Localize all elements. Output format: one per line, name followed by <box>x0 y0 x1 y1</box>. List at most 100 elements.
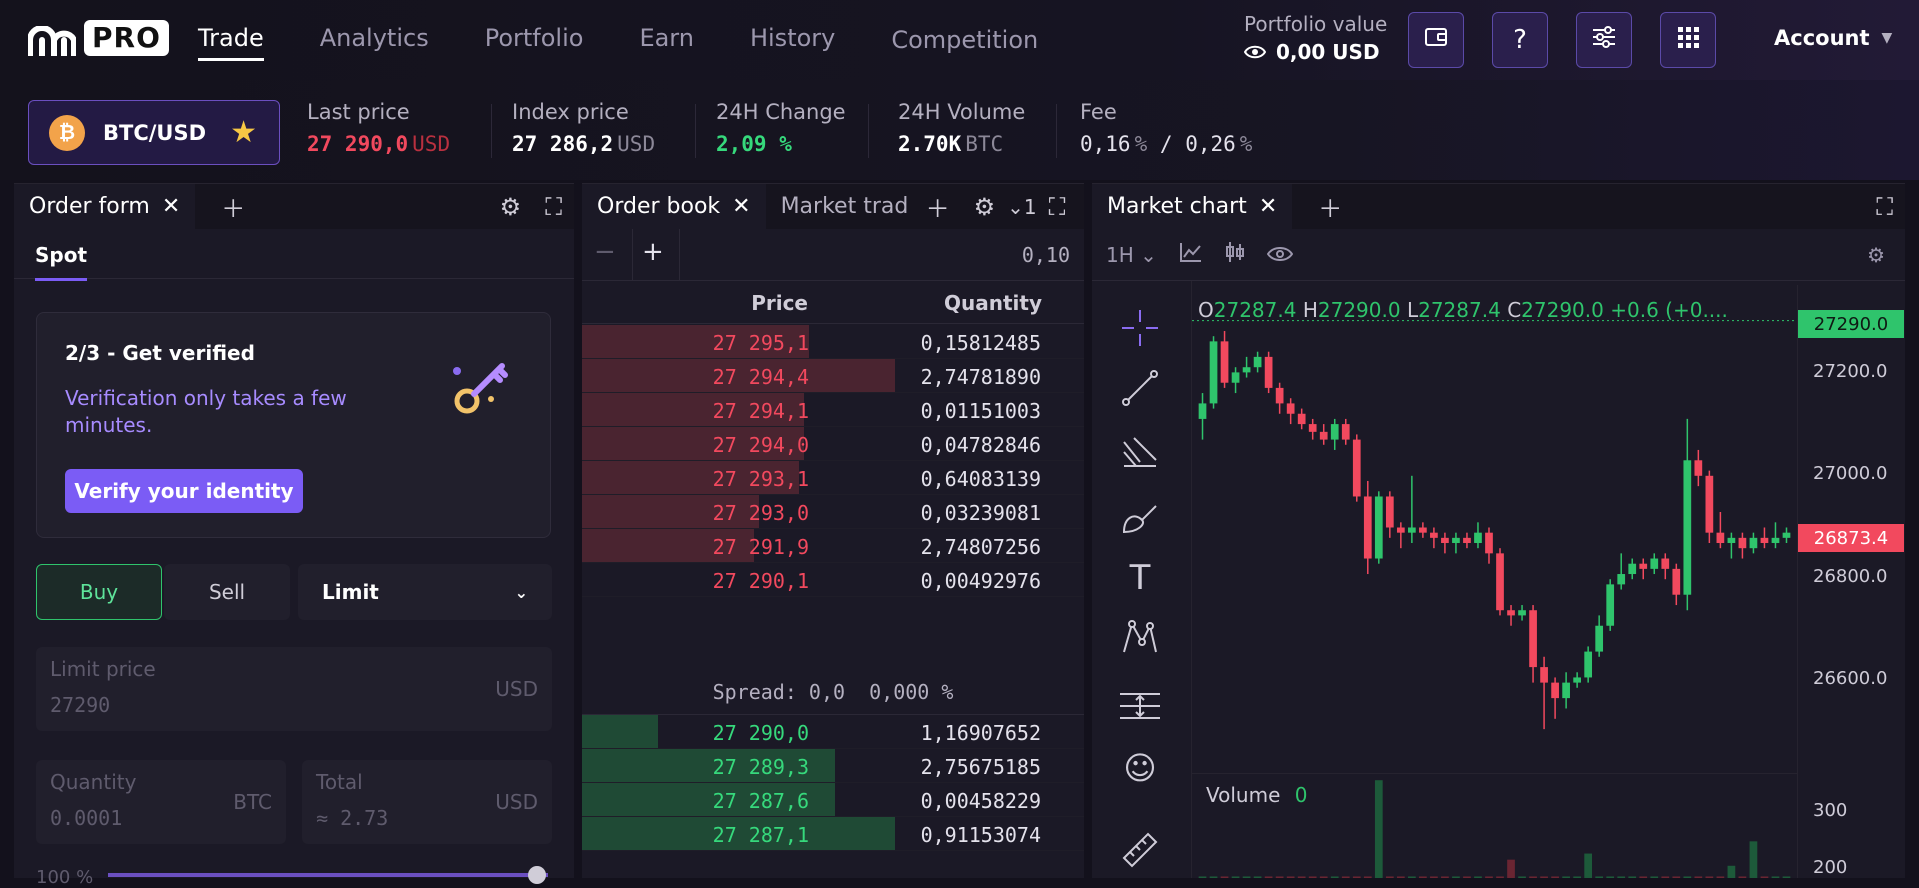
logo[interactable]: PRO <box>28 20 169 56</box>
quantity-field[interactable]: Quantity 0.0001 BTC <box>36 760 286 844</box>
tab-order-form[interactable]: Order form ✕ <box>14 184 196 229</box>
order-book-row[interactable]: 27 287,1 0,91153074 <box>582 817 1084 851</box>
tab-spot[interactable]: Spot <box>35 243 88 281</box>
candle-body <box>1275 387 1284 404</box>
index-price-value: 27 286,2 <box>512 132 614 156</box>
total-value[interactable]: ≈ 2.73 <box>316 806 388 830</box>
tab-market-chart[interactable]: Market chart ✕ <box>1092 184 1293 229</box>
nav-portfolio[interactable]: Portfolio <box>485 0 584 80</box>
account-menu[interactable]: Account ▼ <box>1774 26 1892 50</box>
crosshair-icon[interactable] <box>1118 306 1162 350</box>
pair-selector[interactable]: ₿ BTC/USD ★ <box>28 100 280 165</box>
tab-market-trades[interactable]: Market trad <box>766 184 914 229</box>
gear-icon[interactable]: ⚙ <box>962 193 1008 221</box>
order-book-row[interactable]: 27 294,0 0,04782846 <box>582 427 1084 461</box>
order-book-row[interactable]: 27 290,1 0,00492976 <box>582 563 1084 597</box>
candle-body <box>1683 460 1692 595</box>
candle-body <box>1396 527 1405 533</box>
help-button[interactable]: ? <box>1492 12 1548 68</box>
order-book-row[interactable]: 27 293,0 0,03239081 <box>582 495 1084 529</box>
interval-value: 1H <box>1106 242 1134 267</box>
trend-line-icon[interactable] <box>1118 366 1162 410</box>
quantity-header: Quantity <box>944 291 1042 315</box>
order-book-row[interactable]: 27 289,3 2,75675185 <box>582 749 1084 783</box>
close-icon[interactable]: ✕ <box>1259 194 1277 219</box>
measure-icon[interactable] <box>1118 684 1162 728</box>
nav-history[interactable]: History <box>750 0 835 80</box>
row-price: 27 289,3 <box>712 755 809 779</box>
total-field[interactable]: Total ≈ 2.73 USD <box>302 760 552 844</box>
add-tab-button[interactable]: ＋ <box>1306 189 1354 224</box>
row-price: 27 294,1 <box>712 399 809 423</box>
order-book-row[interactable]: 27 287,6 0,00458229 <box>582 783 1084 817</box>
expand-icon[interactable]: ⛶ <box>1864 193 1905 221</box>
add-tab-button[interactable]: ＋ <box>209 189 257 224</box>
expand-icon[interactable]: ⛶ <box>533 193 574 221</box>
order-book-row[interactable]: 27 290,0 1,16907652 <box>582 715 1084 749</box>
emoji-icon[interactable]: ☺ <box>1118 746 1162 790</box>
plus-icon[interactable]: + <box>642 237 664 267</box>
candle-body <box>1441 537 1449 544</box>
order-book-row[interactable]: 27 294,4 2,74781890 <box>582 359 1084 393</box>
candle-body <box>1738 537 1747 549</box>
limit-price-unit: USD <box>495 677 538 701</box>
depth-select[interactable]: ⌄1 <box>1007 195 1037 219</box>
gear-icon[interactable]: ⚙ <box>488 193 534 221</box>
candle-body <box>1705 475 1714 533</box>
change-label: 24H Change <box>716 100 846 124</box>
minus-icon[interactable]: − <box>594 237 616 267</box>
row-quantity: 2,74807256 <box>920 535 1041 559</box>
order-book-row[interactable]: 27 291,9 2,74807256 <box>582 529 1084 563</box>
nav-earn[interactable]: Earn <box>639 0 694 80</box>
close-icon[interactable]: ✕ <box>732 194 750 219</box>
verify-identity-button[interactable]: Verify your identity <box>65 469 303 513</box>
order-book-row[interactable]: 27 294,1 0,01151003 <box>582 393 1084 427</box>
indicators-icon[interactable] <box>1225 240 1245 269</box>
brush-icon[interactable] <box>1118 496 1162 540</box>
buy-button[interactable]: Buy <box>36 564 162 620</box>
portfolio-amount: 0,00 USD <box>1276 40 1380 64</box>
eye-icon[interactable] <box>1243 40 1267 64</box>
apps-button[interactable] <box>1660 12 1716 68</box>
close-icon[interactable]: ✕ <box>162 194 180 219</box>
chart-type-icon[interactable] <box>1179 241 1203 268</box>
candle-body <box>1595 625 1604 652</box>
volume-stat: 24H Volume 2.70K BTC <box>898 100 1025 156</box>
interval-select[interactable]: 1H ⌄ <box>1106 243 1157 267</box>
gear-icon[interactable]: ⚙ <box>1867 243 1885 267</box>
sell-button[interactable]: Sell <box>164 564 290 620</box>
limit-price-value[interactable]: 27290 <box>50 693 110 717</box>
slider-handle[interactable] <box>528 866 546 884</box>
quantity-unit: BTC <box>233 790 272 814</box>
nav-analytics[interactable]: Analytics <box>320 0 429 80</box>
amount-slider[interactable] <box>108 873 548 877</box>
quantity-value[interactable]: 0.0001 <box>50 806 122 830</box>
add-tab-button[interactable]: ＋ <box>914 189 962 224</box>
nav-competition[interactable]: Competition <box>891 0 1038 80</box>
volume-bar <box>1374 780 1383 878</box>
star-icon[interactable]: ★ <box>230 115 257 150</box>
chevron-down-icon: ⌄ <box>514 582 528 602</box>
total-label: Total <box>316 770 363 794</box>
divider <box>632 229 633 281</box>
order-book-row[interactable]: 27 295,1 0,15812485 <box>582 325 1084 359</box>
order-book-row[interactable]: 27 293,1 0,64083139 <box>582 461 1084 495</box>
candle-body <box>1639 563 1648 569</box>
text-tool-icon[interactable]: T <box>1118 556 1162 600</box>
candle-body <box>1727 537 1736 544</box>
settings-button[interactable] <box>1576 12 1632 68</box>
wallet-button[interactable] <box>1408 12 1464 68</box>
tab-order-book[interactable]: Order book ✕ <box>582 184 766 229</box>
pattern-icon[interactable] <box>1118 616 1162 660</box>
spread-row: Spread: 0,0 0,000 % <box>582 669 1084 715</box>
eye-icon[interactable] <box>1266 243 1294 267</box>
expand-icon[interactable]: ⛶ <box>1037 193 1078 221</box>
nav-trade[interactable]: Trade <box>198 0 264 80</box>
limit-price-field[interactable]: Limit price 27290 USD <box>36 647 552 731</box>
candle-body <box>1540 667 1548 683</box>
key-illustration-icon <box>447 351 517 425</box>
candle-body <box>1551 682 1559 699</box>
order-type-select[interactable]: Limit ⌄ <box>298 564 552 620</box>
ruler-icon[interactable] <box>1118 828 1162 872</box>
pitchfork-icon[interactable] <box>1118 430 1162 474</box>
